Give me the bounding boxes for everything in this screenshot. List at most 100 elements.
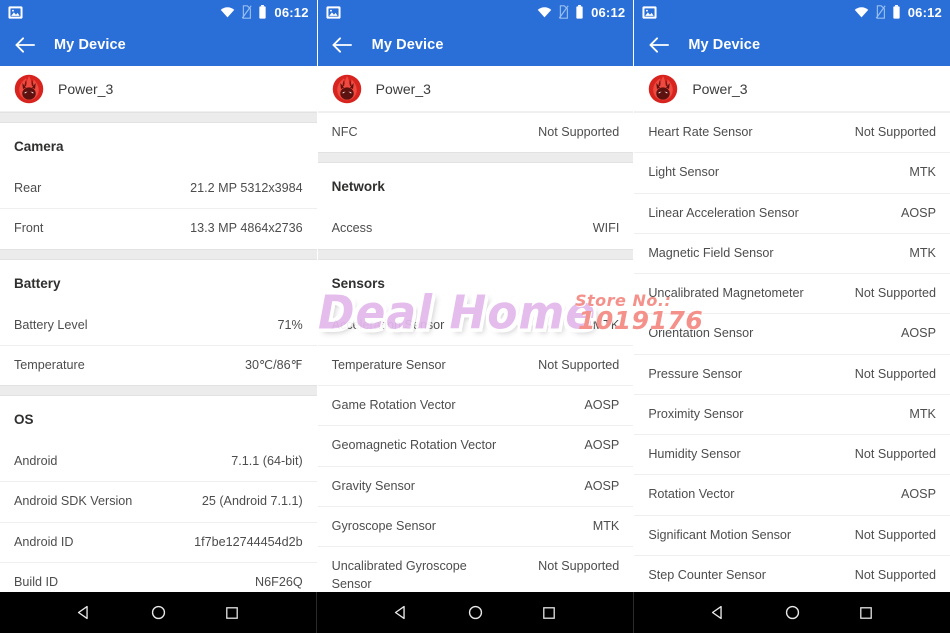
row-value: AOSP bbox=[584, 398, 620, 412]
table-row[interactable]: Game Rotation Vector AOSP bbox=[317, 385, 634, 426]
table-row[interactable]: Humidity Sensor Not Supported bbox=[634, 434, 950, 475]
table-row[interactable]: Gravity Sensor AOSP bbox=[317, 465, 634, 506]
table-row[interactable]: Android 7.1.1 (64-bit) bbox=[0, 442, 317, 482]
square-recents-icon[interactable] bbox=[858, 605, 874, 621]
triangle-back-icon[interactable] bbox=[76, 604, 93, 621]
row-label: Temperature Sensor bbox=[331, 357, 446, 372]
status-bar: 06:12 bbox=[0, 0, 317, 24]
back-button[interactable] bbox=[332, 34, 354, 56]
row-value: AOSP bbox=[900, 326, 936, 341]
row-value: Not Supported bbox=[854, 567, 936, 582]
section-header: OS bbox=[0, 396, 317, 442]
row-value: Not Supported bbox=[538, 559, 620, 573]
square-recents-icon[interactable] bbox=[541, 605, 557, 621]
panel-content[interactable]: Camera Rear 21.2 MP 5312x3984 Front 13.3 MP … bbox=[0, 112, 317, 633]
row-label: Battery Level bbox=[14, 317, 88, 332]
device-header[interactable]: Power_3 bbox=[634, 66, 950, 112]
back-button[interactable] bbox=[648, 34, 670, 56]
row-label: Temperature bbox=[14, 357, 85, 372]
page-title: My Device bbox=[688, 37, 761, 53]
row-label: Uncalibrated Magnetometer bbox=[648, 286, 804, 300]
panel-content[interactable]: Heart Rate Sensor Not Supported Light Sens… bbox=[634, 112, 950, 633]
row-label: Magnetic Field Sensor bbox=[648, 245, 774, 260]
table-row[interactable]: Access WIFI bbox=[317, 209, 634, 249]
section-header: Battery bbox=[0, 259, 317, 306]
table-row[interactable]: Temperature Sensor Not Supported bbox=[317, 344, 634, 385]
section-header: Network bbox=[317, 163, 634, 210]
section-gap bbox=[0, 385, 317, 396]
panel-network-sensors: 06:12 My Device Power_3 NFC Not Supported Net… bbox=[316, 0, 634, 633]
no-sim-icon bbox=[875, 5, 886, 19]
row-value: 30℃/86℉ bbox=[245, 357, 303, 372]
action-bar: My Device bbox=[0, 24, 317, 66]
triangle-back-icon[interactable] bbox=[710, 604, 727, 621]
table-row[interactable]: Heart Rate Sensor Not Supported bbox=[634, 112, 950, 153]
row-label: Android bbox=[14, 454, 58, 468]
table-row[interactable]: Significant Motion Sensor Not Supported bbox=[634, 514, 950, 555]
row-label: Game Rotation Vector bbox=[331, 398, 456, 412]
device-header[interactable]: Power_3 bbox=[0, 66, 317, 112]
action-bar: My Device bbox=[634, 24, 950, 66]
row-label: Linear Acceleration Sensor bbox=[648, 205, 799, 220]
table-row[interactable]: Step Counter Sensor Not Supported bbox=[634, 554, 950, 595]
table-row[interactable]: Rear 21.2 MP 5312x3984 bbox=[0, 169, 317, 209]
table-row[interactable]: Temperature 30℃/86℉ bbox=[0, 344, 317, 385]
row-label: Front bbox=[14, 221, 44, 236]
no-sim-icon bbox=[241, 5, 253, 19]
table-row[interactable]: Linear Acceleration Sensor AOSP bbox=[634, 192, 950, 233]
status-bar-right: 06:12 bbox=[854, 5, 942, 19]
panel-content[interactable]: NFC Not Supported Network Access WIFI Sensors… bbox=[317, 112, 634, 633]
wifi-icon bbox=[854, 6, 869, 18]
table-row[interactable]: Rotation Vector AOSP bbox=[634, 474, 950, 515]
row-label: Light Sensor bbox=[648, 165, 720, 180]
row-value: 25 (Android 7.1.1) bbox=[201, 494, 303, 509]
section-gap bbox=[317, 248, 634, 260]
row-value: MTK bbox=[909, 165, 936, 180]
row-label: NFC bbox=[331, 125, 358, 139]
row-value: Not Supported bbox=[854, 366, 936, 381]
table-row[interactable]: Uncalibrated Magnetometer Not Supported bbox=[634, 273, 950, 314]
status-bar: 06:12 bbox=[634, 0, 950, 24]
row-label: Humidity Sensor bbox=[648, 447, 741, 461]
row-label: Build ID bbox=[14, 574, 59, 589]
table-row[interactable]: Proximity Sensor MTK bbox=[634, 393, 950, 434]
row-value: 1f7be12744454d2b bbox=[194, 534, 303, 549]
three-panel-screenshot-composite: 06:12 My Device Power_3 Camera Rear 21.2 MP 5… bbox=[0, 0, 950, 633]
table-row[interactable]: Pressure Sensor Not Supported bbox=[634, 353, 950, 394]
status-bar-left bbox=[8, 5, 23, 20]
status-bar-right: 06:12 bbox=[537, 5, 625, 19]
row-label: Step Counter Sensor bbox=[648, 567, 766, 582]
row-label: Rotation Vector bbox=[648, 487, 735, 502]
table-row[interactable]: Light Sensor MTK bbox=[634, 152, 950, 193]
circle-home-icon[interactable] bbox=[150, 604, 167, 621]
table-row[interactable]: Magnetic Field Sensor MTK bbox=[634, 232, 950, 273]
row-value: 7.1.1 (64-bit) bbox=[231, 454, 303, 468]
table-row[interactable]: Android SDK Version 25 (Android 7.1.1) bbox=[0, 481, 317, 522]
back-button[interactable] bbox=[14, 34, 36, 56]
table-row[interactable]: Gyroscope Sensor MTK bbox=[317, 505, 634, 546]
table-row[interactable]: Acceleration Sensor MTK bbox=[317, 305, 634, 345]
table-row[interactable]: NFC Not Supported bbox=[317, 112, 634, 153]
row-value: MTK bbox=[592, 317, 620, 332]
table-row[interactable]: Front 13.3 MP 4864x2736 bbox=[0, 208, 317, 249]
panel-device-info: 06:12 My Device Power_3 Camera Rear 21.2 MP 5… bbox=[0, 0, 317, 633]
table-row[interactable]: Geomagnetic Rotation Vector AOSP bbox=[317, 425, 634, 466]
row-value: MTK bbox=[909, 406, 936, 421]
table-row[interactable]: Battery Level 71% bbox=[0, 305, 317, 345]
triangle-back-icon[interactable] bbox=[393, 604, 410, 621]
circle-home-icon[interactable] bbox=[784, 604, 801, 621]
row-label: Android ID bbox=[14, 534, 74, 549]
row-label: Geomagnetic Rotation Vector bbox=[331, 438, 497, 453]
row-label: Pressure Sensor bbox=[648, 366, 743, 381]
row-value: Not Supported bbox=[538, 357, 620, 372]
row-value: Not Supported bbox=[854, 527, 936, 542]
table-row[interactable]: Orientation Sensor AOSP bbox=[634, 313, 950, 354]
square-recents-icon[interactable] bbox=[224, 605, 240, 621]
nav-group bbox=[634, 592, 950, 633]
battery-icon bbox=[892, 5, 901, 19]
device-header[interactable]: Power_3 bbox=[317, 66, 634, 112]
circle-home-icon[interactable] bbox=[467, 604, 484, 621]
android-navigation-bar bbox=[0, 592, 950, 633]
table-row[interactable]: Android ID 1f7be12744454d2b bbox=[0, 521, 317, 562]
panel-sensors-continued: 06:12 My Device Power_3 Heart Rate Sensor No… bbox=[633, 0, 950, 633]
